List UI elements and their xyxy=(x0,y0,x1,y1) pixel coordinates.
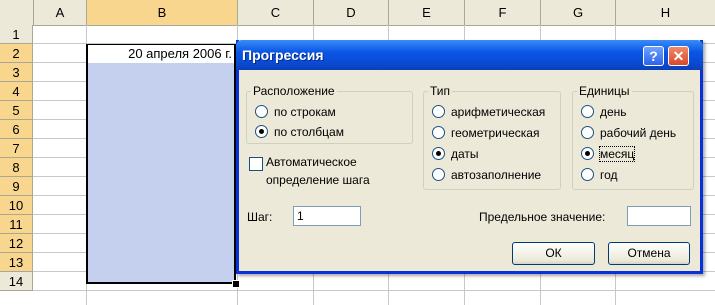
radio-by-columns[interactable]: по столбцам xyxy=(255,123,344,141)
radio-day-label: день xyxy=(600,105,627,119)
row-header-4[interactable]: 4 xyxy=(0,82,33,101)
radio-by-rows[interactable]: по строкам xyxy=(255,103,336,121)
type-group: Тип арифметическая геометрическая даты а… xyxy=(423,84,561,190)
row-header-14[interactable]: 14 xyxy=(0,272,33,291)
row-header-13[interactable]: 13 xyxy=(0,253,33,272)
radio-circle[interactable] xyxy=(581,168,594,181)
ok-button[interactable]: ОК xyxy=(512,242,595,265)
radio-circle[interactable] xyxy=(581,126,594,139)
column-header-d[interactable]: D xyxy=(314,0,389,25)
radio-circle-selected[interactable] xyxy=(432,147,445,160)
auto-step-checkbox[interactable] xyxy=(249,157,263,171)
row-header-3[interactable]: 3 xyxy=(0,63,33,82)
location-legend: Расположение xyxy=(253,84,335,98)
step-input[interactable]: 1 xyxy=(293,206,361,226)
radio-circle[interactable] xyxy=(432,168,445,181)
row-header-11[interactable]: 11 xyxy=(0,215,33,234)
units-legend: Единицы xyxy=(579,84,630,98)
units-group: Единицы день рабочий день месяц год xyxy=(572,84,694,190)
radio-circle[interactable] xyxy=(255,105,268,118)
row-header-10[interactable]: 10 xyxy=(0,196,33,215)
column-header-a[interactable]: A xyxy=(34,0,87,25)
row-header-8[interactable]: 8 xyxy=(0,158,33,177)
row-header-7[interactable]: 7 xyxy=(0,139,33,158)
fill-handle[interactable] xyxy=(232,280,240,288)
radio-by-rows-label: по строкам xyxy=(274,105,336,119)
row-header-9[interactable]: 9 xyxy=(0,177,33,196)
limit-label: Предельное значение: xyxy=(479,210,606,224)
radio-year[interactable]: год xyxy=(581,166,618,184)
radio-workday-label: рабочий день xyxy=(600,126,677,140)
select-all-corner[interactable] xyxy=(0,0,34,25)
radio-circle-selected[interactable] xyxy=(255,125,268,138)
row-header-5[interactable]: 5 xyxy=(0,101,33,120)
limit-input[interactable] xyxy=(627,206,691,226)
radio-arithmetic-label: арифметическая xyxy=(451,105,546,119)
row-header-1[interactable]: 1 xyxy=(0,25,33,44)
column-header-h[interactable]: H xyxy=(616,0,715,25)
radio-circle[interactable] xyxy=(432,105,445,118)
column-header-c[interactable]: C xyxy=(238,0,314,25)
cell-b2[interactable]: 20 апреля 2006 г. xyxy=(88,45,234,63)
radio-circle-selected[interactable] xyxy=(581,147,594,160)
dialog-titlebar[interactable]: Прогрессия ? ✕ xyxy=(236,40,703,70)
radio-month-label: месяц xyxy=(598,146,636,162)
close-icon[interactable]: ✕ xyxy=(668,46,689,66)
radio-year-label: год xyxy=(600,168,618,182)
radio-workday[interactable]: рабочий день xyxy=(581,124,676,142)
row-header-12[interactable]: 12 xyxy=(0,234,33,253)
progression-dialog: Прогрессия ? ✕ Расположение по строкам п… xyxy=(236,40,703,274)
column-header-f[interactable]: F xyxy=(465,0,541,25)
radio-month[interactable]: месяц xyxy=(581,145,636,163)
radio-by-columns-label: по столбцам xyxy=(274,125,344,139)
location-group: Расположение по строкам по столбцам xyxy=(246,84,413,144)
auto-step-label-2: определение шага xyxy=(266,173,370,187)
selected-range-b2-b13[interactable] xyxy=(86,44,236,284)
step-label: Шаг: xyxy=(247,210,273,224)
row-header-2[interactable]: 2 xyxy=(0,44,33,63)
radio-dates[interactable]: даты xyxy=(432,145,479,163)
radio-autofill-label: автозаполнение xyxy=(451,168,542,182)
dialog-title: Прогрессия xyxy=(242,47,324,63)
column-header-b[interactable]: B xyxy=(87,0,238,25)
radio-day[interactable]: день xyxy=(581,103,627,121)
column-header-e[interactable]: E xyxy=(389,0,465,25)
radio-circle[interactable] xyxy=(432,126,445,139)
grid-line xyxy=(33,290,715,291)
auto-step-label-1: Автоматическое xyxy=(266,155,357,169)
radio-dates-label: даты xyxy=(451,147,479,161)
cancel-button[interactable]: Отмена xyxy=(608,242,690,265)
row-header-6[interactable]: 6 xyxy=(0,120,33,139)
radio-autofill[interactable]: автозаполнение xyxy=(432,166,541,184)
column-header-g[interactable]: G xyxy=(541,0,616,25)
radio-geometric[interactable]: геометрическая xyxy=(432,124,539,142)
radio-circle[interactable] xyxy=(581,105,594,118)
type-legend: Тип xyxy=(430,84,451,98)
question-mark-icon[interactable]: ? xyxy=(643,46,664,66)
radio-arithmetic[interactable]: арифметическая xyxy=(432,103,545,121)
radio-geometric-label: геометрическая xyxy=(451,126,540,140)
